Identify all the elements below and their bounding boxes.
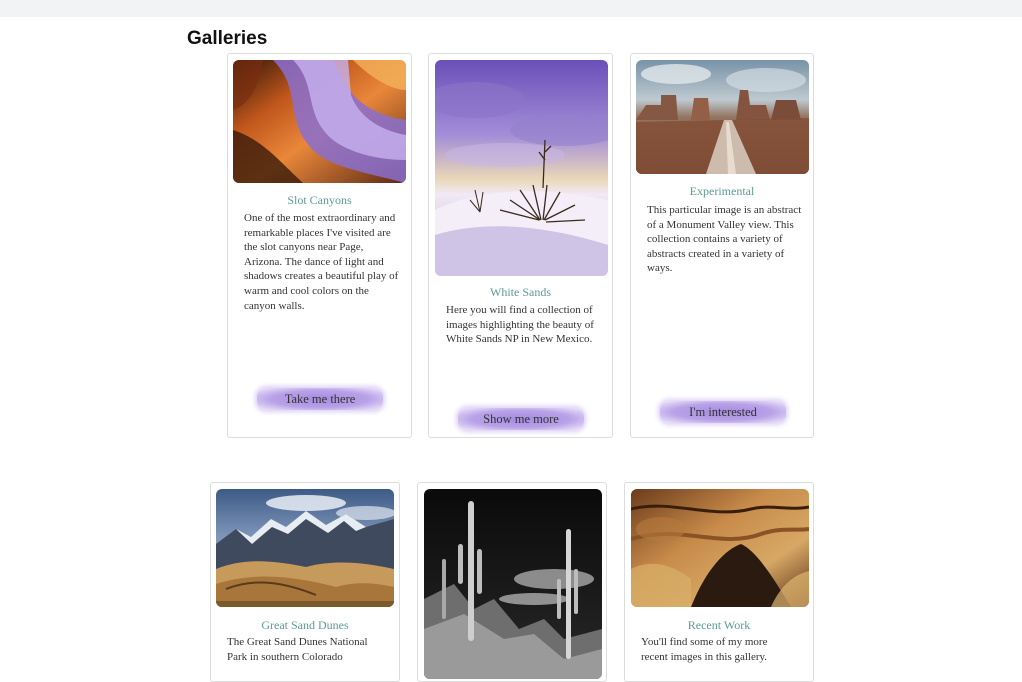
im-interested-button[interactable]: I'm interested [660, 401, 786, 423]
gallery-name[interactable]: Experimental [631, 184, 813, 199]
gallery-card-saguaro [417, 482, 607, 682]
gallery-card-slot-canyons: Slot Canyons One of the most extraordina… [227, 53, 412, 438]
gallery-description: This particular image is an abstract of … [647, 204, 802, 275]
page-title: Galleries [187, 28, 268, 49]
slot-canyons-image[interactable] [233, 60, 406, 183]
gallery-name[interactable]: Great Sand Dunes [211, 618, 399, 633]
gallery-name[interactable]: White Sands [429, 285, 612, 300]
gallery-name[interactable]: Slot Canyons [228, 193, 411, 208]
gallery-description: The Great Sand Dunes National Park in so… [227, 636, 368, 663]
saguaro-image[interactable] [424, 489, 602, 679]
white-sands-image[interactable] [435, 60, 608, 276]
great-sand-dunes-image[interactable] [216, 489, 394, 607]
gallery-card-great-sand-dunes: Great Sand Dunes The Great Sand Dunes Na… [210, 482, 400, 682]
gallery-card-experimental: Experimental This particular image is an… [630, 53, 814, 438]
take-me-there-button[interactable]: Take me there [257, 388, 383, 410]
gallery-description: Here you will find a collection of image… [446, 304, 594, 346]
gallery-card-recent-work: Recent Work You'll find some of my more … [624, 482, 814, 682]
gallery-description: You'll find some of my more recent image… [641, 636, 768, 663]
gallery-description: One of the most extraordinary and remark… [244, 212, 399, 312]
top-bar [0, 0, 1022, 17]
gallery-name[interactable]: Recent Work [625, 618, 813, 633]
recent-work-image[interactable] [631, 489, 809, 607]
show-me-more-button[interactable]: Show me more [458, 408, 584, 430]
gallery-card-white-sands: White Sands Here you will find a collect… [428, 53, 613, 438]
experimental-image[interactable] [636, 60, 809, 174]
